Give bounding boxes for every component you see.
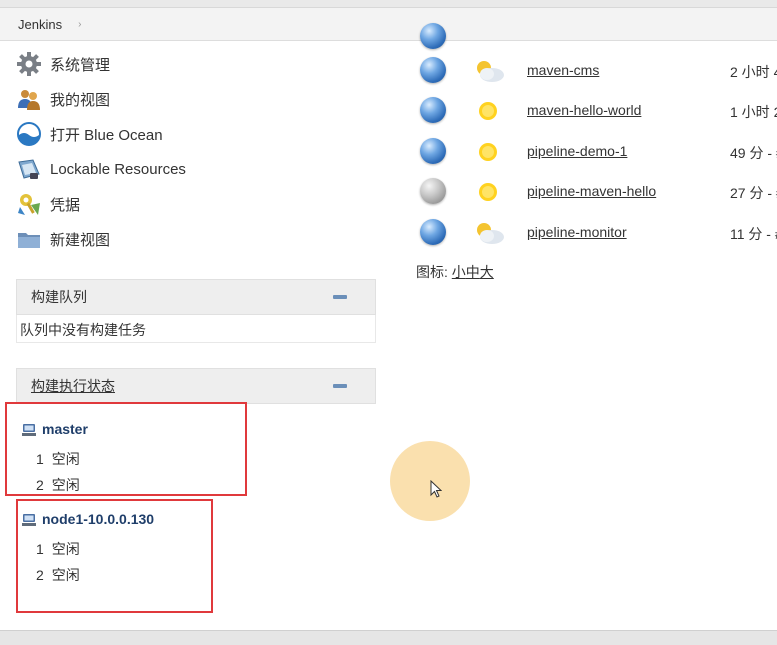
- annotation-box-master: [5, 402, 247, 496]
- breadcrumb-jenkins[interactable]: Jenkins: [18, 17, 62, 32]
- task-my-views[interactable]: 我的视图: [16, 84, 110, 114]
- browser-top-bar: [0, 0, 777, 8]
- breadcrumb: Jenkins ›: [0, 8, 777, 41]
- task-label: 新建视图: [50, 231, 111, 249]
- job-link[interactable]: pipeline-maven-hello: [527, 183, 656, 199]
- job-row: maven-hello-world 1 小时 2: [410, 91, 777, 131]
- task-label: 打开 Blue Ocean: [50, 126, 163, 144]
- lock-resources-icon: [16, 156, 42, 182]
- job-link[interactable]: pipeline-demo-1: [527, 143, 627, 159]
- icon-size-legend: 图标: 小中大: [416, 262, 494, 282]
- job-list: maven-cms 2 小时 4 maven-hello-world 1 小时 …: [410, 23, 777, 631]
- build-queue-title: 构建队列: [31, 289, 87, 305]
- task-label: 系统管理: [50, 56, 111, 74]
- status-ball-icon: [420, 178, 446, 204]
- task-lockable-resources[interactable]: Lockable Resources: [16, 154, 186, 184]
- weather-partly-cloudy-icon: [477, 61, 504, 82]
- weather-partly-cloudy-icon: [477, 223, 504, 244]
- icon-size-large-link[interactable]: 大: [480, 264, 494, 280]
- status-ball-icon: [420, 97, 446, 123]
- annotation-box-node1: [16, 499, 213, 613]
- build-queue-empty-text: 队列中没有构建任务: [20, 322, 146, 338]
- mouse-pointer-icon: [430, 480, 442, 498]
- icon-size-small-link[interactable]: 小: [452, 264, 466, 280]
- collapse-executor-status-button[interactable]: [333, 384, 347, 388]
- executor-status-title[interactable]: 构建执行状态: [31, 376, 115, 396]
- job-last-time: 11 分 - #: [730, 226, 777, 242]
- task-manage-jenkins[interactable]: 系统管理: [16, 49, 110, 79]
- weather-sunny-icon: [479, 183, 497, 201]
- status-ball-icon: [420, 138, 446, 164]
- job-last-time: 49 分 - #: [730, 145, 777, 161]
- job-row: pipeline-monitor 11 分 - #: [410, 213, 777, 253]
- icon-size-medium-link[interactable]: 中: [466, 264, 480, 280]
- bottom-bar: [0, 630, 777, 645]
- task-label: 我的视图: [50, 91, 111, 109]
- task-label: 凭据: [50, 196, 81, 214]
- job-row: pipeline-maven-hello 27 分 - #: [410, 172, 777, 212]
- user-group-icon: [16, 86, 42, 112]
- weather-sunny-icon: [479, 143, 497, 161]
- folder-icon: [16, 226, 42, 252]
- job-row: maven-cms 2 小时 4: [410, 51, 777, 91]
- task-label: Lockable Resources: [50, 160, 186, 178]
- icon-size-label: 图标:: [416, 264, 448, 280]
- job-last-time: 27 分 - #: [730, 185, 777, 201]
- status-ball-icon: [420, 219, 446, 245]
- build-queue-header: 构建队列: [16, 279, 376, 315]
- credentials-icon: [16, 191, 42, 217]
- executor-status-header: 构建执行状态: [16, 368, 376, 404]
- job-link[interactable]: maven-hello-world: [527, 102, 641, 118]
- task-credentials[interactable]: 凭据: [16, 189, 80, 219]
- job-link[interactable]: maven-cms: [527, 62, 599, 78]
- blue-ocean-icon: [16, 121, 42, 147]
- collapse-build-queue-button[interactable]: [333, 295, 347, 299]
- job-last-time: 1 小时 2: [730, 104, 777, 120]
- job-row: pipeline-demo-1 49 分 - #: [410, 132, 777, 172]
- job-last-time: 2 小时 4: [730, 64, 777, 80]
- breadcrumb-separator[interactable]: ›: [78, 19, 81, 30]
- job-link[interactable]: pipeline-monitor: [527, 224, 627, 240]
- status-ball-icon: [420, 23, 446, 49]
- weather-sunny-icon: [479, 102, 497, 120]
- status-ball-icon: [420, 57, 446, 83]
- task-blue-ocean[interactable]: 打开 Blue Ocean: [16, 119, 163, 149]
- gear-icon: [16, 51, 42, 77]
- task-new-view[interactable]: 新建视图: [16, 224, 110, 254]
